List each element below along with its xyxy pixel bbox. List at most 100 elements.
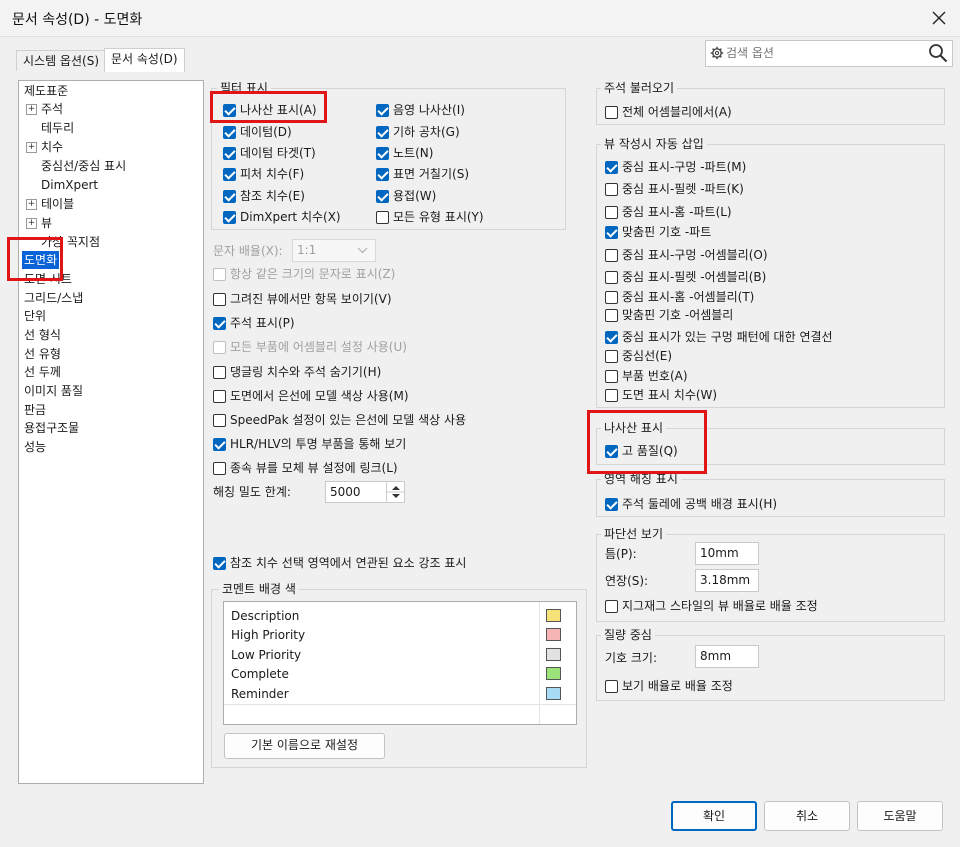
highlight-box <box>7 237 63 281</box>
spinner-arrows-icon <box>387 486 405 498</box>
list-item[interactable]: Reminder <box>231 686 289 702</box>
hide-dangling-checkbox[interactable]: 댕글링 치수와 주석 숨기기(H) <box>213 364 381 380</box>
dowel-symbol-part-checkbox[interactable]: 맞춤핀 기호 -파트 <box>605 224 711 240</box>
dimxpert-dimensions-checkbox[interactable]: DimXpert 치수(X) <box>223 209 341 225</box>
blank-background-checkbox[interactable]: 주석 둘레에 공백 배경 표시(H) <box>605 496 777 512</box>
tree-item-views[interactable]: 뷰 <box>41 214 52 232</box>
text-scale-label: 문자 배율(X): <box>213 244 283 258</box>
help-button[interactable]: 도움말 <box>857 801 943 831</box>
datum-targets-checkbox[interactable]: 데이텀 타겟(T) <box>223 145 316 161</box>
close-button[interactable] <box>924 4 954 32</box>
dimensions-marked-checkbox[interactable]: 도면 표시 치수(W) <box>605 387 717 403</box>
centerlines-checkbox[interactable]: 중심선(E) <box>605 348 672 364</box>
color-swatch[interactable] <box>546 667 561 680</box>
symbol-size-input[interactable]: 8mm <box>695 645 759 668</box>
dowel-symbol-assembly-checkbox[interactable]: 맞춤핀 기호 -어셈블리 <box>605 307 733 323</box>
close-icon <box>932 11 946 25</box>
reference-dimensions-checkbox[interactable]: 참조 치수(E) <box>223 188 305 204</box>
search-box[interactable] <box>705 40 953 67</box>
speedpak-color-checkbox[interactable]: SpeedPak 설정이 있는 은선에 모델 색상 사용 <box>213 412 466 428</box>
list-item[interactable]: Complete <box>231 666 289 682</box>
tree-item-sheet-metal[interactable]: 판금 <box>24 401 46 419</box>
only-items-in-view-checkbox[interactable]: 그려진 뷰에서만 항목 보이기(V) <box>213 291 392 307</box>
tree-item-line-style[interactable]: 선 유형 <box>24 345 61 363</box>
same-size-text-checkbox[interactable]: 항상 같은 크기의 문자로 표시(Z) <box>213 266 395 282</box>
tab-document-properties[interactable]: 문서 속성(D) <box>104 48 185 72</box>
mass-center-title: 질량 중심 <box>601 628 655 642</box>
tree-item-centerlines[interactable]: 중심선/중심 표시 <box>41 157 126 175</box>
title-bar <box>0 0 960 37</box>
tree-item-tables[interactable]: 테이블 <box>41 195 74 213</box>
tree-item-drafting-standard[interactable]: 제도표준 <box>24 82 68 100</box>
highlight-box <box>210 91 327 123</box>
datums-checkbox[interactable]: 데이텀(D) <box>223 124 292 140</box>
area-hatch-title: 영역 해칭 표시 <box>601 472 681 486</box>
symbol-size-label: 기호 크기: <box>605 651 658 665</box>
tab-system-options[interactable]: 시스템 옵션(S) <box>16 50 106 71</box>
expand-icon[interactable]: + <box>26 104 37 115</box>
display-annotations-checkbox[interactable]: 주석 표시(P) <box>213 315 295 331</box>
tree-item-weldments[interactable]: 용접구조물 <box>24 419 79 437</box>
tree-item-grid-snap[interactable]: 그리드/스냅 <box>24 289 83 307</box>
tree-item-borders[interactable]: 테두리 <box>41 119 74 137</box>
list-item[interactable]: High Priority <box>231 627 305 643</box>
cancel-button[interactable]: 취소 <box>764 801 850 831</box>
model-color-hidden-lines-checkbox[interactable]: 도면에서 은선에 모델 색상 사용(M) <box>213 388 409 404</box>
surface-finish-checkbox[interactable]: 표면 거칠기(S) <box>376 166 469 182</box>
center-mark-slot-part-checkbox[interactable]: 중심 표시-홈 -파트(L) <box>605 204 732 220</box>
center-mark-slot-assembly-checkbox[interactable]: 중심 표시-홈 -어셈블리(T) <box>605 289 754 305</box>
shaded-thread-checkbox[interactable]: 음영 나사산(I) <box>376 102 465 118</box>
geometric-tolerance-checkbox[interactable]: 기하 공차(G) <box>376 124 460 140</box>
hatch-density-spinner[interactable] <box>386 482 405 502</box>
assembly-setting-checkbox[interactable]: 모든 부품에 어셈블리 설정 사용(U) <box>213 339 407 355</box>
display-all-types-checkbox[interactable]: 모든 유형 표시(Y) <box>376 209 484 225</box>
list-item[interactable]: Description <box>231 608 299 624</box>
color-swatch[interactable] <box>546 609 561 622</box>
ok-button[interactable]: 확인 <box>671 801 757 831</box>
extension-input[interactable]: 3.18mm <box>695 569 759 592</box>
gap-input[interactable]: 10mm <box>695 542 759 565</box>
tree-item-annotations[interactable]: 주석 <box>41 100 63 118</box>
color-swatch[interactable] <box>546 628 561 641</box>
gap-label: 틈(P): <box>605 547 637 561</box>
balloons-checkbox[interactable]: 부품 번호(A) <box>605 368 688 384</box>
tree-item-image-quality[interactable]: 이미지 품질 <box>24 382 83 400</box>
link-child-view-checkbox[interactable]: 종속 뷰를 모체 뷰 설정에 링크(L) <box>213 460 398 476</box>
center-mark-fillet-part-checkbox[interactable]: 중심 표시-필렛 -파트(K) <box>605 181 744 197</box>
reset-names-button[interactable]: 기본 이름으로 재설정 <box>224 733 385 759</box>
text-scale-select[interactable]: 1:1 <box>292 239 376 262</box>
category-tree: 제도표준 + 주석 테두리 + 치수 중심선/중심 표시 DimXpert + … <box>18 80 204 784</box>
highlight-associated-checkbox[interactable]: 참조 치수 선택 영역에서 연관된 요소 강조 표시 <box>213 555 466 571</box>
highlight-box <box>587 410 707 474</box>
tree-item-dimxpert[interactable]: DimXpert <box>41 176 98 194</box>
zigzag-scale-checkbox[interactable]: 지그재그 스타일의 뷰 배율로 배율 조정 <box>605 598 818 614</box>
tree-item-line-font[interactable]: 선 형식 <box>24 326 61 344</box>
tree-item-dimensions[interactable]: 치수 <box>41 138 63 156</box>
tree-item-performance[interactable]: 성능 <box>24 438 46 456</box>
list-item[interactable]: Low Priority <box>231 647 301 663</box>
notes-checkbox[interactable]: 노트(N) <box>376 145 433 161</box>
color-swatch[interactable] <box>546 648 561 661</box>
center-mark-fillet-assembly-checkbox[interactable]: 중심 표시-필렛 -어셈블리(B) <box>605 269 766 285</box>
expand-icon[interactable]: + <box>26 218 37 229</box>
expand-icon[interactable]: + <box>26 142 37 153</box>
tree-item-units[interactable]: 단위 <box>24 307 46 325</box>
feature-dimensions-checkbox[interactable]: 피처 치수(F) <box>223 166 304 182</box>
expand-icon[interactable]: + <box>26 199 37 210</box>
color-swatch[interactable] <box>546 687 561 700</box>
all-assembly-checkbox[interactable]: 전체 어셈블리에서(A) <box>605 104 732 120</box>
center-mark-hole-part-checkbox[interactable]: 중심 표시-구멍 -파트(M) <box>605 159 746 175</box>
row-divider <box>224 704 576 705</box>
hatch-density-label: 해칭 밀도 한계: <box>213 485 291 499</box>
connection-lines-checkbox[interactable]: 중심 표시가 있는 구멍 패턴에 대한 연결선 <box>605 329 833 345</box>
break-line-title: 파단선 보기 <box>601 527 667 541</box>
search-icon[interactable] <box>928 43 948 63</box>
gear-icon <box>710 46 724 60</box>
window-title: 문서 속성(D) - 도면화 <box>12 12 143 28</box>
search-input[interactable] <box>726 44 916 61</box>
tree-item-line-thickness[interactable]: 선 두께 <box>24 363 61 381</box>
scale-with-view-checkbox[interactable]: 보기 배율로 배율 조정 <box>605 678 733 694</box>
center-mark-hole-assembly-checkbox[interactable]: 중심 표시-구멍 -어셈블리(O) <box>605 247 768 263</box>
welds-checkbox[interactable]: 용접(W) <box>376 188 436 204</box>
transparent-hlr-checkbox[interactable]: HLR/HLV의 투명 부품을 통해 보기 <box>213 436 406 452</box>
